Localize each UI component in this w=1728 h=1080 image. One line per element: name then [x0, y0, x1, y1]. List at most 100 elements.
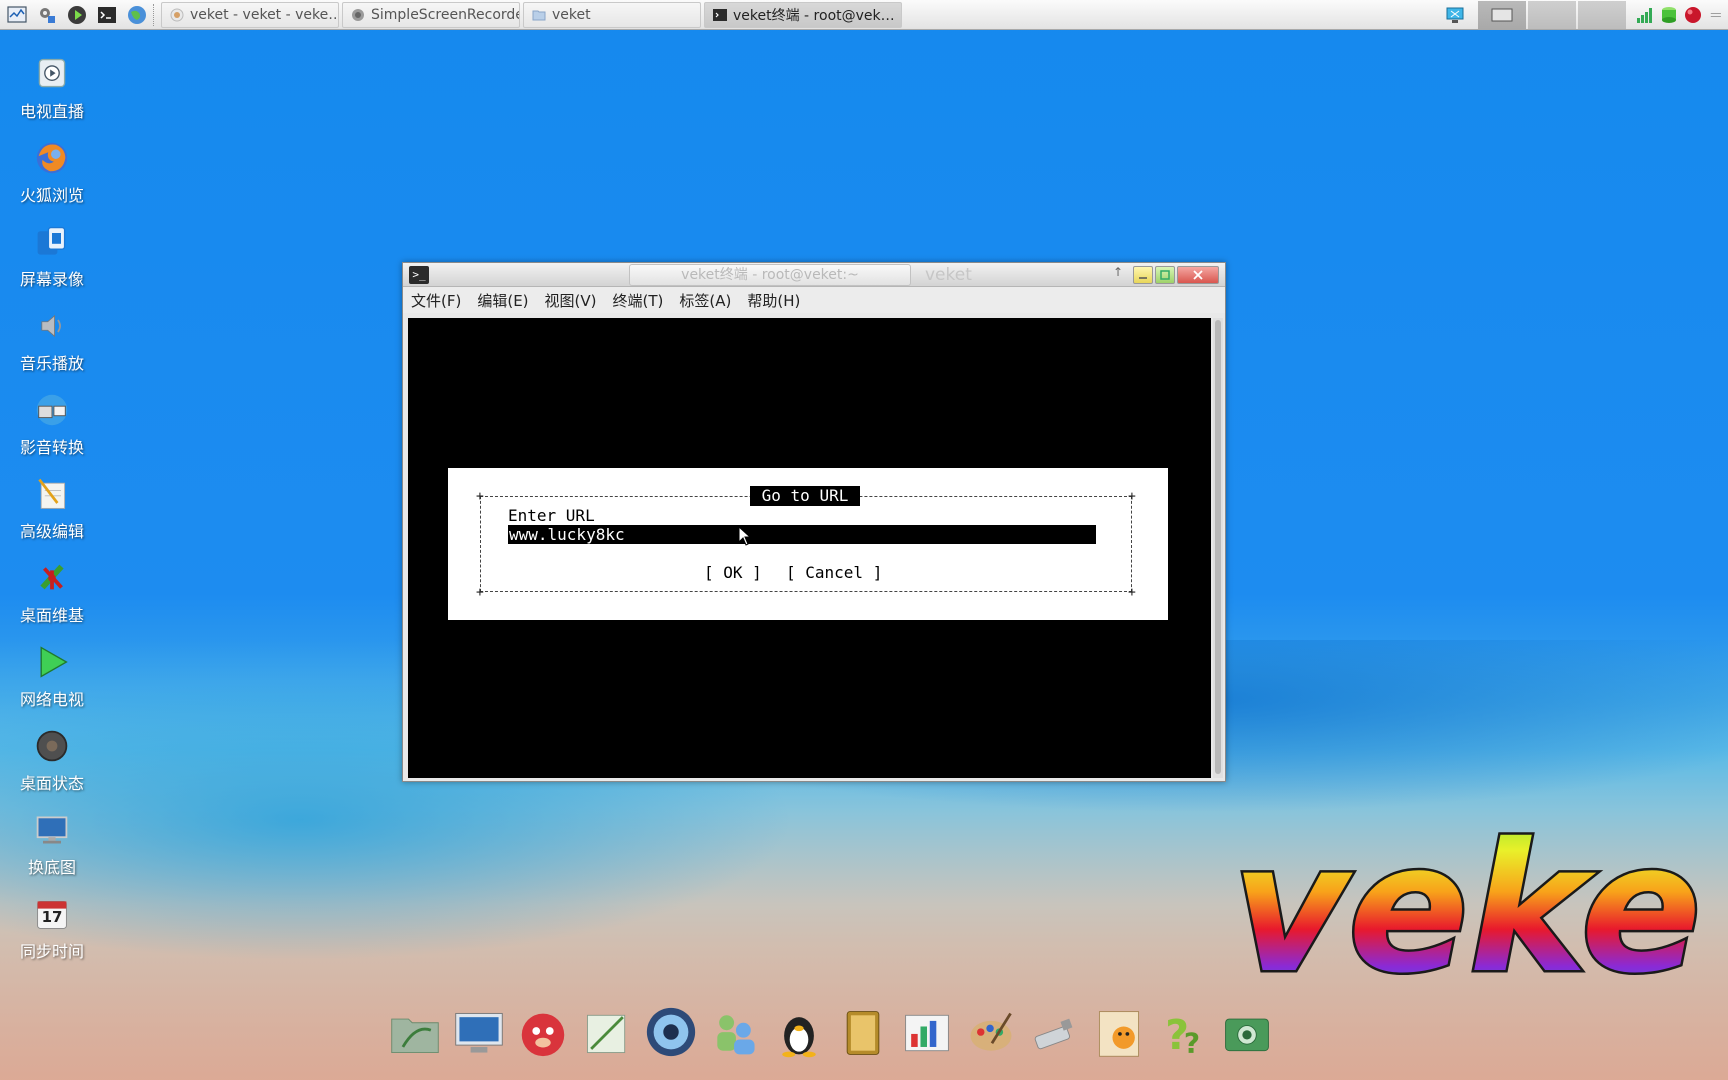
terminal-app-icon: >_: [409, 266, 429, 284]
dock-help[interactable]: ??: [1154, 1000, 1212, 1060]
play-launcher-icon[interactable]: [64, 3, 90, 27]
frame-corner: +: [1128, 489, 1136, 504]
dock-charts[interactable]: [898, 1000, 956, 1060]
window-tab[interactable]: veket终端 - root@veket:~: [629, 264, 911, 286]
close-button[interactable]: [1177, 266, 1219, 284]
desktop-icon-network-tv[interactable]: 网络电视: [8, 642, 96, 718]
terminal-scrollbar[interactable]: [1213, 318, 1223, 778]
tray-menu-icon[interactable]: [1708, 5, 1726, 25]
workspace-window-icon: [1491, 8, 1513, 22]
dock-veket-pack[interactable]: [1090, 1000, 1148, 1060]
menubar: 文件(F) 编辑(E) 视图(V) 终端(T) 标签(A) 帮助(H): [403, 287, 1225, 313]
terminal-launcher-icon[interactable]: [94, 3, 120, 27]
dock-paint[interactable]: [962, 1000, 1020, 1060]
task-veket-terminal[interactable]: veket终端 - root@vek…: [704, 1, 902, 28]
minimize-button[interactable]: [1133, 266, 1153, 284]
dock-camera[interactable]: [1218, 1000, 1276, 1060]
frame-corner: +: [1128, 585, 1136, 600]
menu-terminal[interactable]: 终端(T): [613, 290, 664, 311]
desktop-icon-label: 桌面维基: [19, 606, 84, 625]
terminal-screen[interactable]: + + + + Go to URL Enter URL www.lucky8kc…: [408, 318, 1211, 778]
window-shade-icon[interactable]: ↑: [1113, 265, 1123, 279]
calendar-icon: 17: [32, 894, 72, 934]
task-veket-browser[interactable]: veket - veket - veke…: [161, 1, 339, 28]
help-question-icon: ??: [1165, 1011, 1200, 1060]
dialog-title: Go to URL: [750, 486, 860, 506]
dock-mascot[interactable]: [514, 1000, 572, 1060]
desktop-icon-label: 同步时间: [19, 942, 84, 961]
firefox-icon: [32, 138, 72, 178]
desktop-icon-wallpaper[interactable]: 换底图: [8, 810, 96, 886]
menu-edit[interactable]: 编辑(E): [477, 290, 528, 311]
desktop-icon-label: 电视直播: [19, 102, 84, 121]
workspace-1[interactable]: [1478, 1, 1526, 29]
desktop-icon-label: 火狐浏览: [19, 186, 84, 205]
veket-logo: veke: [1230, 803, 1705, 991]
disk-icon[interactable]: [1660, 5, 1678, 25]
desktop-icon-text-editor[interactable]: 高级编辑: [8, 474, 96, 550]
desktop-icon-sync-time[interactable]: 17 同步时间: [8, 894, 96, 970]
system-monitor-icon[interactable]: [4, 3, 30, 27]
network-tv-icon: [32, 642, 72, 682]
url-input-value[interactable]: www.lucky8kc: [508, 525, 626, 544]
logo-text: veke: [1232, 805, 1702, 990]
desktop-icon-firefox[interactable]: 火狐浏览: [8, 138, 96, 214]
network-monitor-icon[interactable]: [1446, 5, 1464, 25]
dock-usb[interactable]: [1026, 1000, 1084, 1060]
desktop-icon-screen-record[interactable]: 屏幕录像: [8, 222, 96, 298]
task-label: veket: [552, 6, 591, 23]
cancel-button[interactable]: [ Cancel ]: [786, 563, 882, 582]
dock-address-book[interactable]: [834, 1000, 892, 1060]
frame-corner: +: [476, 585, 484, 600]
camera-icon: [1225, 1018, 1269, 1052]
paint-palette-icon: [970, 1012, 1012, 1051]
dock-file-manager[interactable]: [386, 1000, 444, 1060]
window-titlebar[interactable]: >_ veket终端 - root@veket:~ veket ↑: [403, 263, 1225, 287]
menu-help[interactable]: 帮助(H): [747, 290, 800, 311]
desktop-icon-desktop-wiki[interactable]: 桌面维基: [8, 558, 96, 634]
dock-qq[interactable]: [770, 1000, 828, 1060]
file-manager-icon: [391, 1018, 439, 1054]
chart-app-icon: [905, 1014, 949, 1052]
tv-live-icon: [32, 54, 72, 94]
desktop-icon-desktop-status[interactable]: 桌面状态: [8, 726, 96, 802]
workspace-2[interactable]: [1528, 1, 1576, 29]
calendar-day: 17: [41, 908, 63, 926]
notes-icon: [586, 1014, 626, 1054]
desktop-status-icon: [32, 726, 72, 766]
system-tray: [1440, 0, 1728, 30]
music-icon: [646, 1007, 696, 1057]
settings-gear-icon[interactable]: [34, 3, 60, 27]
dock-users[interactable]: [706, 1000, 764, 1060]
dock-computer[interactable]: [450, 1000, 508, 1060]
url-input-field[interactable]: [626, 525, 1096, 544]
task-veket-folder[interactable]: veket: [523, 1, 701, 28]
menu-view[interactable]: 视图(V): [545, 290, 597, 311]
taskbar-separator: [153, 3, 155, 26]
computer-icon: [455, 1012, 503, 1053]
signal-bars-icon[interactable]: [1636, 5, 1654, 25]
ok-button[interactable]: [ OK ]: [704, 563, 762, 582]
menu-tabs[interactable]: 标签(A): [679, 290, 731, 311]
top-taskbar: veket - veket - veke… SimpleScreenRecord…: [0, 0, 1728, 30]
browser-globe-icon[interactable]: [124, 3, 150, 27]
terminal-window: >_ veket终端 - root@veket:~ veket ↑ 文件(F) …: [402, 262, 1226, 782]
maximize-button[interactable]: [1155, 266, 1175, 284]
terminal-icon: [713, 8, 727, 21]
mouse-cursor-icon: [738, 526, 752, 546]
dock-music[interactable]: [642, 1000, 700, 1060]
mascot-icon: [521, 1013, 565, 1057]
desktop-icon-label: 影音转换: [19, 438, 84, 457]
screen-record-icon: [32, 222, 72, 262]
workspace-3[interactable]: [1578, 1, 1626, 29]
dock-notes[interactable]: [578, 1000, 636, 1060]
desktop-icon-media-convert[interactable]: 影音转换: [8, 390, 96, 466]
task-simplescreenrecorder[interactable]: SimpleScreenRecorder: [342, 1, 520, 28]
desktop-icon-music-player[interactable]: 音乐播放: [8, 306, 96, 382]
desktop-icon-tv-live[interactable]: 电视直播: [8, 54, 96, 130]
users-icon: [717, 1015, 755, 1055]
scrollbar-thumb[interactable]: [1215, 320, 1221, 774]
desktop-icon-label: 网络电视: [19, 690, 84, 709]
record-status-icon[interactable]: [1684, 5, 1702, 25]
menu-file[interactable]: 文件(F): [411, 290, 461, 311]
